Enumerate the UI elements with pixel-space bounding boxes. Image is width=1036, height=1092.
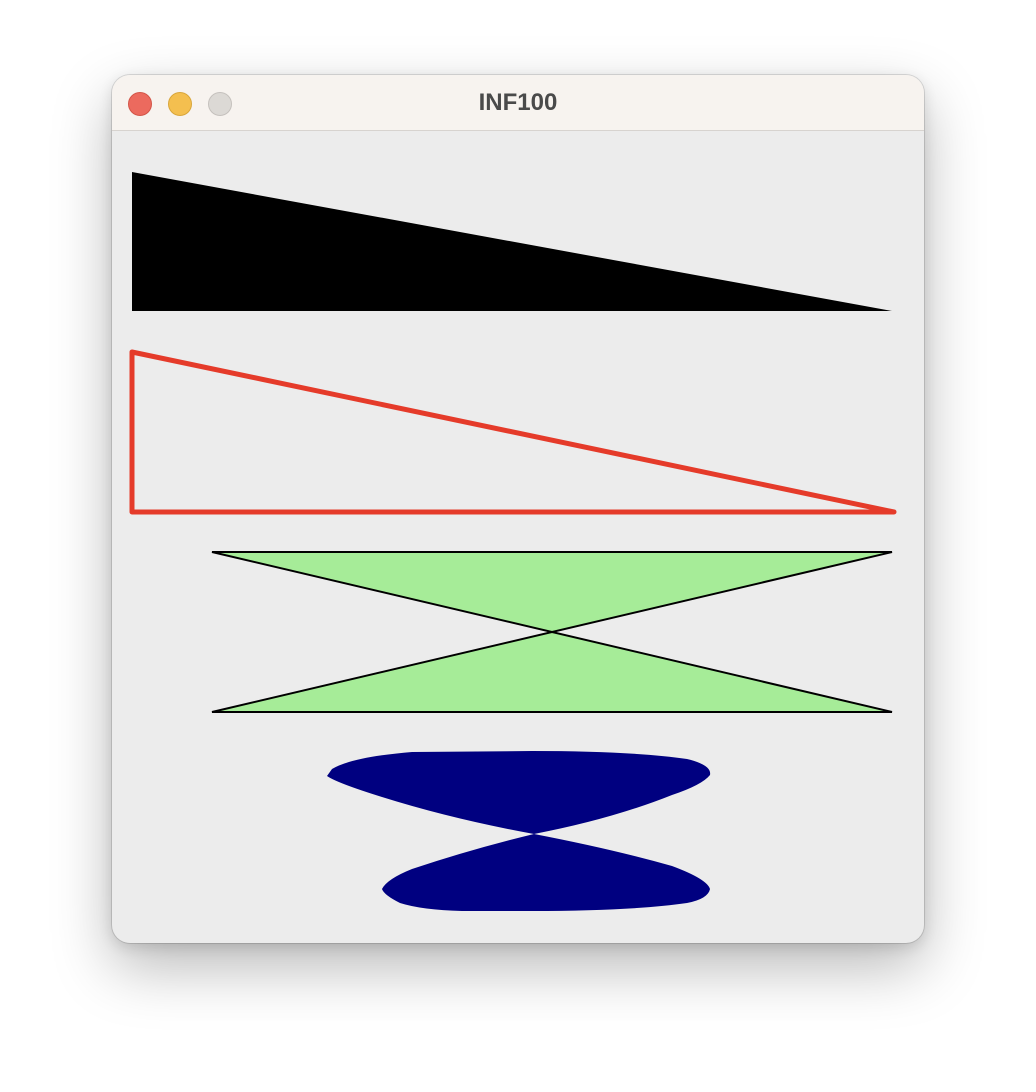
navy-bowtie xyxy=(327,751,711,911)
title-bar[interactable]: INF100 xyxy=(112,75,924,131)
filled-black-triangle xyxy=(132,172,892,311)
app-window: INF100 xyxy=(112,75,924,943)
window-title: INF100 xyxy=(478,89,558,116)
green-hourglass xyxy=(211,551,893,713)
drawing-canvas xyxy=(129,172,897,911)
red-outline-triangle xyxy=(129,349,897,515)
